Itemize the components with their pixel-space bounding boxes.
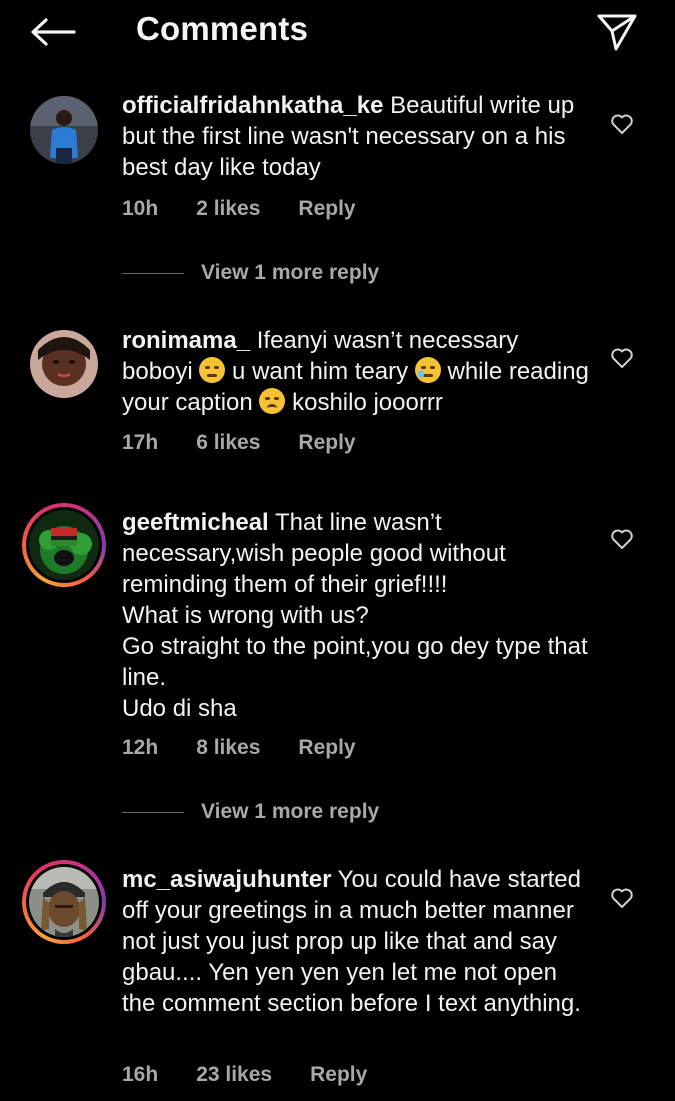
comment-meta: 12h 8 likes Reply: [122, 736, 356, 760]
comment-body-part: koshilo jooorrr: [285, 389, 443, 416]
comment-username[interactable]: ronimama_: [122, 327, 250, 354]
avatar-photo: [30, 330, 98, 398]
heart-icon: [611, 114, 633, 134]
comment-text: ronimama_ Ifeanyi wasn’t necessary boboy…: [122, 325, 592, 418]
reply-button[interactable]: Reply: [298, 431, 355, 455]
like-button[interactable]: [608, 525, 636, 553]
comment-meta: 17h 6 likes Reply: [122, 431, 356, 455]
avatar-photo: [30, 96, 98, 164]
view-more-replies-label: View 1 more reply: [201, 261, 380, 284]
comment-username[interactable]: mc_asiwajuhunter: [122, 866, 331, 893]
comment-time: 17h: [122, 431, 159, 454]
arrow-left-icon: [31, 18, 76, 46]
avatar-with-story-ring[interactable]: [22, 503, 106, 587]
comment-text: mc_asiwajuhunter You could have started …: [122, 864, 592, 1019]
like-button[interactable]: [608, 110, 636, 138]
page-title: Comments: [136, 10, 309, 47]
comment-text: geeftmicheal That line wasn’t necessary,…: [122, 507, 592, 724]
comment-time: 16h: [122, 1063, 159, 1086]
view-more-replies[interactable]: View 1 more reply: [122, 261, 379, 285]
comment-meta: 16h 23 likes Reply: [122, 1063, 367, 1087]
comment-body: That line wasn’t necessary,wish people g…: [122, 509, 588, 722]
back-button[interactable]: [28, 12, 78, 52]
reply-button[interactable]: Reply: [298, 197, 355, 221]
comment-username[interactable]: geeftmicheal: [122, 509, 269, 536]
header-bar: Comments: [0, 0, 675, 62]
avatar[interactable]: [30, 330, 98, 398]
heart-icon: [611, 888, 633, 908]
view-more-replies[interactable]: View 1 more reply: [122, 800, 379, 824]
comment-likes[interactable]: 2 likes: [196, 197, 260, 221]
divider-line: [122, 272, 184, 274]
share-button[interactable]: [595, 10, 639, 54]
avatar-photo: [29, 867, 99, 937]
comment-username[interactable]: officialfridahnkatha_ke: [122, 92, 383, 119]
comment-text: officialfridahnkatha_ke Beautiful write …: [122, 90, 592, 183]
paper-plane-icon: [597, 14, 637, 51]
view-more-replies-label: View 1 more reply: [201, 800, 380, 823]
reply-button[interactable]: Reply: [310, 1063, 367, 1087]
smiling-tear-emoji-icon: [414, 357, 441, 383]
comment-meta: 10h 2 likes Reply: [122, 197, 356, 221]
avatar[interactable]: [30, 96, 98, 164]
like-button[interactable]: [608, 884, 636, 912]
avatar-photo: [29, 510, 99, 580]
comment-likes[interactable]: 6 likes: [196, 431, 260, 455]
comment-time: 10h: [122, 197, 159, 220]
divider-line: [122, 811, 184, 813]
heart-icon: [611, 529, 633, 549]
comment-time: 12h: [122, 736, 159, 759]
comment-likes[interactable]: 23 likes: [196, 1063, 272, 1087]
reply-button[interactable]: Reply: [298, 736, 355, 760]
avatar-with-story-ring[interactable]: [22, 860, 106, 944]
heart-icon: [611, 348, 633, 368]
frowning-emoji-icon: [259, 388, 286, 414]
like-button[interactable]: [608, 344, 636, 372]
comment-body-part: u want him teary: [225, 358, 415, 385]
comment-likes[interactable]: 8 likes: [196, 736, 260, 760]
unamused-emoji-icon: [199, 357, 226, 383]
